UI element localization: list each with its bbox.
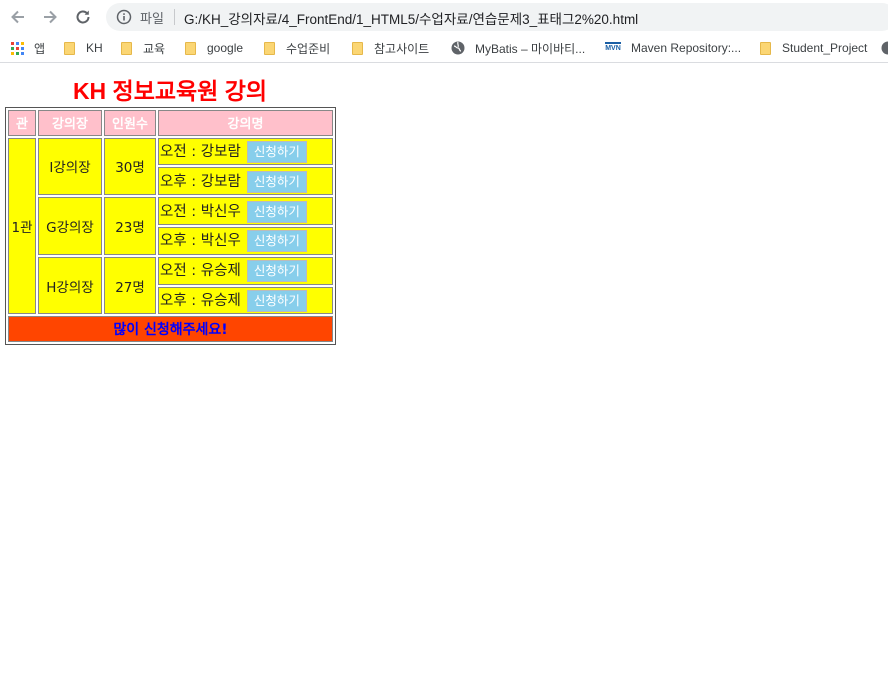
omnibox[interactable]: 파일 G:/KH_강의자료/4_FrontEnd/1_HTML5/수업자료/연습…	[106, 3, 888, 31]
forward-button[interactable]	[39, 6, 61, 28]
apps-icon	[11, 41, 24, 55]
table-row: 1관 I강의장 30명 오전 : 강보람 신청하기	[8, 137, 333, 315]
page-title: KH 정보교육원 강의	[72, 78, 268, 104]
session-text: 오전 : 박신우	[160, 203, 241, 220]
bookmark-kh[interactable]: KH	[64, 39, 103, 57]
apply-button[interactable]: 신청하기	[246, 230, 307, 253]
url-text[interactable]: G:/KH_강의자료/4_FrontEnd/1_HTML5/수업자료/연습문제3…	[184, 8, 638, 28]
header-building: 관	[8, 110, 36, 136]
session-cell: 오후 : 강보람 신청하기	[158, 167, 333, 196]
session-text: 오후 : 박신우	[160, 233, 241, 250]
folder-icon	[760, 41, 772, 55]
table-row: H강의장 27명 오전 : 유승제 신청하기	[8, 256, 333, 315]
folder-icon	[64, 41, 76, 55]
apply-button[interactable]: 신청하기	[246, 260, 307, 283]
bookmark-label: MyBatis – 마이바티...	[475, 41, 586, 56]
header-count: 인원수	[104, 110, 156, 136]
session-cell: 오전 : 유승제 신청하기	[158, 256, 333, 285]
mvn-icon: MVN	[605, 41, 621, 55]
file-scheme-label: 파일	[140, 11, 164, 26]
folder-icon	[352, 41, 364, 55]
forward-arrow-icon	[44, 10, 57, 24]
header-lecture: 강의명	[158, 110, 333, 136]
room-cell: H강의장	[38, 256, 102, 315]
bookmark-apps[interactable]: 앱	[11, 39, 45, 57]
header-room: 강의장	[38, 110, 102, 136]
bookmark-student-project[interactable]: Student_Project	[760, 39, 867, 57]
folder-icon	[121, 41, 133, 55]
bookmark-mybatis[interactable]: MyBatis – 마이바티...	[451, 39, 585, 57]
count-cell: 27명	[104, 256, 156, 315]
bookmark-class-prep[interactable]: 수업준비	[264, 39, 330, 57]
globe-icon	[451, 41, 465, 55]
apply-button[interactable]: 신청하기	[246, 141, 307, 164]
folder-icon	[264, 41, 276, 55]
bookmark-education[interactable]: 교육	[121, 39, 165, 57]
room-cell: G강의장	[38, 197, 102, 255]
bookmark-maven[interactable]: MVN Maven Repository:...	[605, 39, 741, 57]
table-header-row: 관 강의장 인원수 강의명	[8, 110, 333, 136]
session-cell: 오전 : 강보람 신청하기	[158, 137, 333, 166]
reload-icon	[76, 10, 90, 24]
address-bar-row: 파일 G:/KH_강의자료/4_FrontEnd/1_HTML5/수업자료/연습…	[0, 0, 888, 34]
session-text: 오전 : 강보람	[160, 144, 241, 161]
bookmark-label: KH	[86, 41, 103, 55]
session-cell: 오후 : 유승제 신청하기	[158, 286, 333, 315]
bookmark-reference-sites[interactable]: 참고사이트	[352, 39, 429, 57]
reload-button[interactable]	[72, 6, 94, 28]
back-button[interactable]	[7, 6, 29, 28]
lecture-table: 관 강의장 인원수 강의명 1관 I강의장 30명 오전 : 강보람 신청하기 오…	[5, 107, 336, 345]
globe-icon	[881, 41, 888, 55]
session-cell: 오전 : 박신우 신청하기	[158, 197, 333, 225]
footer-cell: 많이 신청해주세요!	[8, 316, 333, 342]
bookmark-label: 앱	[34, 41, 46, 56]
bookmarks-bar: 앱 KH 교육 google 수업준비 참고사이트 MyBatis – 마이바티…	[0, 34, 888, 63]
omnibox-divider	[174, 9, 175, 25]
bookmark-overflow[interactable]	[881, 39, 888, 57]
bookmark-label: 수업준비	[286, 41, 331, 56]
count-cell: 23명	[104, 197, 156, 255]
table-row: G강의장 23명 오전 : 박신우 신청하기	[8, 197, 333, 255]
session-text: 오후 : 강보람	[160, 173, 241, 190]
bookmark-label: 참고사이트	[374, 41, 430, 56]
room-cell: I강의장	[38, 137, 102, 196]
session-cell: 오후 : 박신우 신청하기	[158, 226, 333, 255]
bookmark-label: 교육	[143, 41, 166, 56]
apply-button[interactable]: 신청하기	[246, 200, 307, 223]
bookmark-label: Student_Project	[782, 41, 868, 55]
apply-button[interactable]: 신청하기	[246, 170, 307, 193]
info-icon[interactable]	[116, 9, 132, 25]
table-footer-row: 많이 신청해주세요!	[8, 316, 333, 342]
back-arrow-icon	[11, 10, 24, 24]
bookmark-label: Maven Repository:...	[631, 41, 742, 55]
session-text: 오전 : 유승제	[160, 263, 241, 280]
bookmark-label: google	[207, 41, 244, 55]
bookmark-google[interactable]: google	[185, 39, 243, 57]
building-cell: 1관	[8, 137, 36, 315]
apply-button[interactable]: 신청하기	[246, 289, 307, 312]
session-text: 오후 : 유승제	[160, 292, 241, 309]
folder-icon	[185, 41, 197, 55]
count-cell: 30명	[104, 137, 156, 196]
